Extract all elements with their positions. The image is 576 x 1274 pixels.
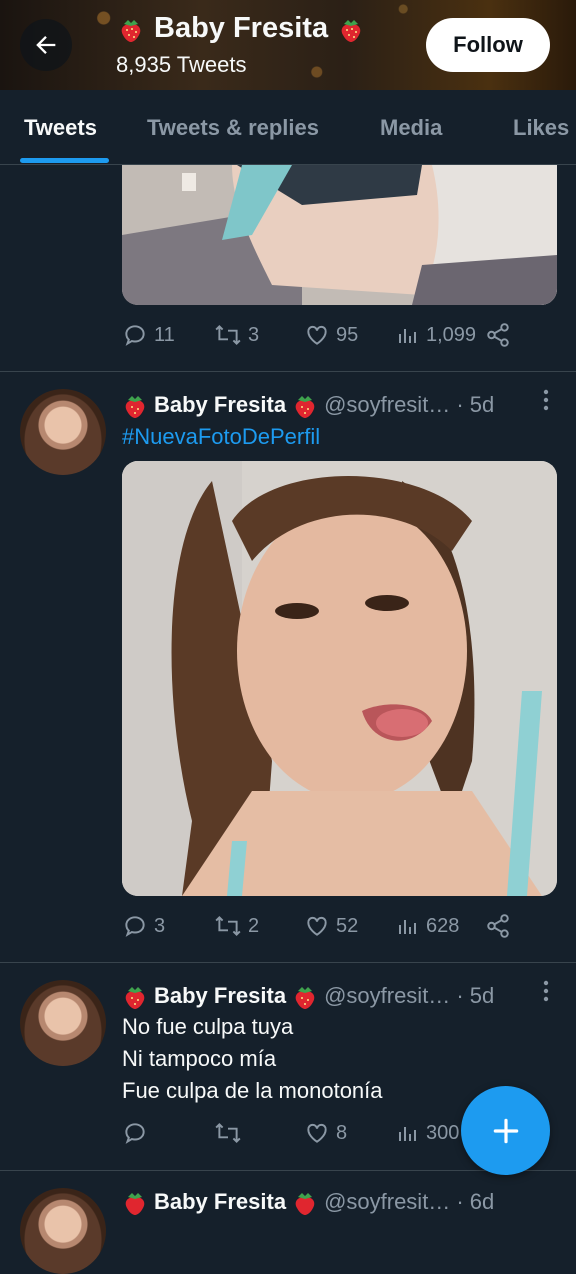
heart-icon <box>307 916 327 936</box>
tab-tweets-replies[interactable]: Tweets & replies <box>147 115 319 141</box>
views-icon <box>399 329 416 343</box>
reply-button[interactable] <box>122 1120 154 1146</box>
profile-tabs: Tweets Tweets & replies Media Likes <box>0 90 576 165</box>
tweet-text: No fue culpa tuya Ni tampoco mía Fue cul… <box>122 1011 383 1107</box>
retweet-button[interactable]: 3 <box>214 322 259 348</box>
share-button[interactable] <box>485 913 511 939</box>
follow-button[interactable]: Follow <box>426 18 550 72</box>
reply-icon <box>125 325 145 346</box>
reply-button[interactable]: 11 <box>122 322 175 348</box>
tab-media[interactable]: Media <box>380 115 442 141</box>
more-options-button[interactable] <box>542 388 550 418</box>
retweet-icon <box>215 325 241 345</box>
profile-name: Baby Fresita <box>118 12 364 45</box>
retweet-count: 2 <box>248 914 260 937</box>
reply-button[interactable]: 3 <box>122 913 165 939</box>
strawberry-icon <box>295 987 315 1009</box>
author-name[interactable]: Baby Fresita <box>154 392 286 418</box>
tweet-header: Baby Fresita @soyfresit… · 5d <box>122 391 494 419</box>
retweet-count: 3 <box>248 323 260 346</box>
strawberry-icon <box>121 19 141 42</box>
share-icon <box>487 914 509 938</box>
photo-content <box>122 165 557 305</box>
tweet-text-line: Fue culpa de la monotonía <box>122 1078 383 1103</box>
hashtag-link[interactable]: #NuevaFotoDePerfil <box>122 424 320 450</box>
more-options-button[interactable] <box>542 979 550 1009</box>
author-handle[interactable]: @soyfresit… <box>324 1189 450 1215</box>
divider <box>0 962 576 963</box>
tweet-text-line: No fue culpa tuya <box>122 1014 294 1039</box>
views-button[interactable]: 1,099 <box>396 322 476 348</box>
plus-icon <box>493 1118 518 1143</box>
arrow-left-icon <box>36 36 56 54</box>
strawberry-icon <box>125 987 145 1009</box>
tweet-count: 8,935 Tweets <box>116 52 247 77</box>
more-vertical-icon <box>543 980 549 1002</box>
profile-header: Baby Fresita 8,935 Tweets Follow <box>0 0 576 90</box>
photo-content <box>122 461 557 896</box>
compose-tweet-button[interactable] <box>461 1086 550 1175</box>
tweet-text-line: Ni tampoco mía <box>122 1046 277 1071</box>
like-button[interactable]: 95 <box>304 322 358 348</box>
active-tab-indicator <box>20 158 109 163</box>
author-handle[interactable]: @soyfresit… <box>324 392 450 418</box>
more-vertical-icon <box>543 389 549 411</box>
share-icon <box>487 323 509 347</box>
views-count: 628 <box>426 914 460 937</box>
tab-tweets[interactable]: Tweets <box>24 115 97 141</box>
tweet-actions: 11 3 95 1,099 <box>122 322 522 356</box>
author-name[interactable]: Baby Fresita <box>154 983 286 1009</box>
like-button[interactable]: 52 <box>304 913 358 939</box>
tweet-header: Baby Fresita @soyfresit… · 6d <box>122 1188 494 1216</box>
views-count: 1,099 <box>426 323 477 346</box>
share-button[interactable] <box>485 322 511 348</box>
strawberry-icon <box>125 396 145 418</box>
retweet-button[interactable]: 2 <box>214 913 259 939</box>
heart-icon <box>307 325 327 345</box>
views-button[interactable]: 300 <box>396 1120 459 1146</box>
tweet-time: · 6d <box>456 1189 495 1214</box>
author-name[interactable]: Baby Fresita <box>154 1189 286 1215</box>
heart-icon <box>307 1123 327 1143</box>
author-handle[interactable]: @soyfresit… <box>324 983 450 1009</box>
views-icon <box>399 1127 416 1141</box>
avatar[interactable] <box>20 389 106 475</box>
strawberry-icon <box>295 1193 315 1215</box>
like-button[interactable]: 8 <box>304 1120 347 1146</box>
back-button[interactable] <box>20 19 72 71</box>
retweet-button[interactable] <box>214 1120 248 1146</box>
strawberry-icon <box>341 19 361 42</box>
views-button[interactable]: 628 <box>396 913 459 939</box>
like-count: 8 <box>336 1121 348 1144</box>
tweet-actions: 3 2 52 628 <box>122 913 522 947</box>
avatar[interactable] <box>20 980 106 1066</box>
tab-likes[interactable]: Likes <box>513 115 569 141</box>
tweet-time: · 5d <box>456 392 495 417</box>
views-icon <box>399 920 416 934</box>
avatar[interactable] <box>20 1188 106 1274</box>
strawberry-icon <box>125 1193 145 1215</box>
like-count: 52 <box>336 914 359 937</box>
reply-icon <box>125 1123 145 1144</box>
reply-icon <box>125 916 145 937</box>
tweet-time: · 5d <box>456 983 495 1008</box>
profile-name-text: Baby Fresita <box>154 12 329 44</box>
tweet-header: Baby Fresita @soyfresit… · 5d <box>122 982 494 1010</box>
retweet-icon <box>215 1123 241 1143</box>
retweet-icon <box>215 916 241 936</box>
reply-count: 11 <box>154 323 175 346</box>
tweet-photo[interactable] <box>122 165 557 305</box>
reply-count: 3 <box>154 914 166 937</box>
strawberry-icon <box>295 396 315 418</box>
tweet-photo[interactable] <box>122 461 557 896</box>
views-count: 300 <box>426 1121 460 1144</box>
like-count: 95 <box>336 323 359 346</box>
divider <box>0 371 576 372</box>
